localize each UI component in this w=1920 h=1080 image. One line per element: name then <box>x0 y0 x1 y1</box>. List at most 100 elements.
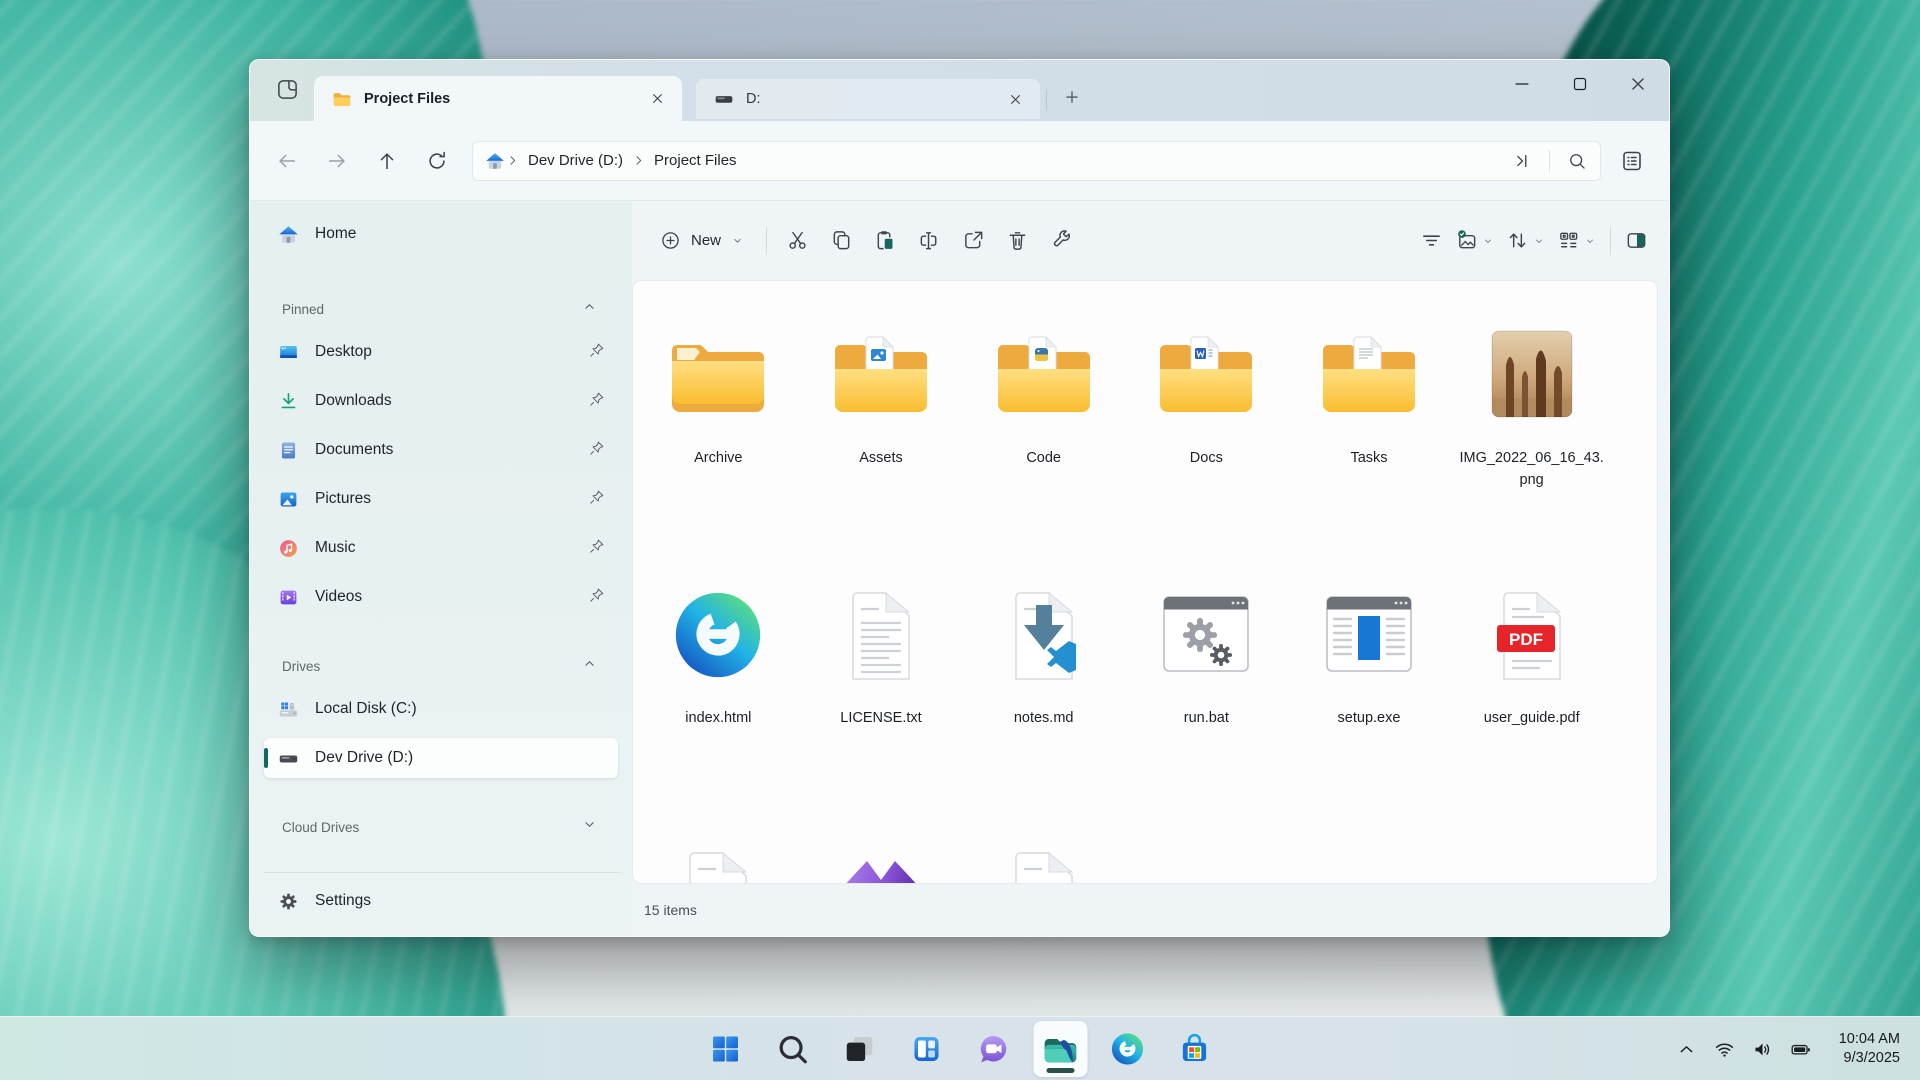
battery-icon <box>1790 1039 1811 1060</box>
sidebar-item-videos[interactable]: Videos <box>264 577 618 617</box>
close-button[interactable] <box>1609 60 1667 107</box>
file-name: notes.md <box>1014 707 1074 729</box>
layout-grid-button[interactable] <box>1551 221 1602 261</box>
chevron-up-icon <box>581 655 598 672</box>
view-image-check-button[interactable] <box>1449 221 1500 261</box>
tab-close-button[interactable] <box>642 84 672 114</box>
tray-volume-button[interactable] <box>1745 1028 1781 1070</box>
tabs-container: Project Files D: <box>314 60 1089 121</box>
paste-button[interactable] <box>863 221 907 261</box>
file-icon-box <box>816 837 946 884</box>
tab-project-files[interactable]: Project Files <box>314 76 682 121</box>
filter-button[interactable] <box>1414 221 1449 261</box>
sidebar-item-settings[interactable]: Settings <box>264 881 618 921</box>
goto-end-button[interactable] <box>1505 145 1539 177</box>
up-button[interactable] <box>366 140 408 182</box>
nav-buttons <box>266 140 458 182</box>
file-item[interactable]: run.bat <box>1125 577 1288 837</box>
share-icon <box>962 229 985 252</box>
taskbar-store-button[interactable] <box>1168 1021 1222 1077</box>
file-item-partial[interactable]: { } <box>637 837 800 884</box>
sidebar-item-local-disk-c[interactable]: Local Disk (C:) <box>264 689 618 729</box>
rename-button[interactable] <box>907 221 951 261</box>
file-icon-box <box>979 317 1109 421</box>
file-item[interactable]: LICENSE.txt <box>800 577 963 837</box>
sidebar-gap <box>260 263 624 289</box>
address-bar-row: Dev Drive (D:) Project Files <box>250 121 1669 201</box>
tray-chevron-button[interactable] <box>1669 1028 1705 1070</box>
file-name: IMG_2022_06_16_43.png <box>1456 447 1608 492</box>
tray-chevron-icon <box>1676 1039 1697 1060</box>
breadcrumb-segment[interactable]: Project Files <box>646 148 745 173</box>
chat-icon <box>977 1032 1011 1066</box>
win-start-icon <box>709 1032 743 1066</box>
copy-button[interactable] <box>819 221 863 261</box>
new-button[interactable]: New <box>648 219 758 263</box>
taskbar-widgets-button[interactable] <box>900 1021 954 1077</box>
sidebar-item-label: Downloads <box>315 392 392 410</box>
sidebar-section-cloud-drives[interactable]: Cloud Drives <box>264 807 618 847</box>
file-item-partial[interactable] <box>800 837 963 884</box>
share-button[interactable] <box>951 221 995 261</box>
file-item[interactable]: Tasks <box>1288 317 1451 577</box>
sidebar-item-documents[interactable]: Documents <box>264 430 618 470</box>
sidebar-item-music[interactable]: Music <box>264 528 618 568</box>
file-item[interactable]: Assets <box>800 317 963 577</box>
maximize-button[interactable] <box>1551 60 1609 107</box>
file-item[interactable]: setup.exe <box>1288 577 1451 837</box>
file-name: Archive <box>694 447 742 469</box>
command-list-button[interactable] <box>1611 140 1653 182</box>
file-icon-box <box>1141 317 1271 421</box>
tray-wifi-button[interactable] <box>1707 1028 1743 1070</box>
minimize-button[interactable] <box>1493 60 1551 107</box>
sidebar-item-desktop[interactable]: Desktop <box>264 332 618 372</box>
tab-separator <box>1046 89 1047 111</box>
sort-button[interactable] <box>1500 221 1551 261</box>
sidebar-section-pinned[interactable]: Pinned <box>264 289 618 329</box>
sidebar-section-drives[interactable]: Drives <box>264 646 618 686</box>
tab-list-button[interactable] <box>264 67 310 113</box>
tab-close-button[interactable] <box>1000 84 1030 114</box>
sidebar-item-pictures[interactable]: Pictures <box>264 479 618 519</box>
pin-icon <box>588 488 606 506</box>
sidebar-spacer <box>260 850 624 872</box>
taskbar-search-button[interactable] <box>766 1021 820 1077</box>
sidebar-gap <box>260 787 624 807</box>
clock[interactable]: 10:04 AM 9/3/2025 <box>1831 1026 1908 1072</box>
wrench-icon <box>1050 229 1073 252</box>
sidebar-item-home[interactable]: Home <box>264 214 618 254</box>
search-button[interactable] <box>1560 145 1594 177</box>
file-item-partial[interactable] <box>962 837 1125 884</box>
file-item[interactable]: IMG_2022_06_16_43.png <box>1450 317 1613 577</box>
taskbar-chat-button[interactable] <box>967 1021 1021 1077</box>
close-icon <box>649 90 666 107</box>
clock-time: 10:04 AM <box>1839 1030 1900 1049</box>
sidebar-item-dev-drive-d[interactable]: Dev Drive (D:) <box>264 738 618 778</box>
back-icon <box>276 150 298 172</box>
taskbar-file-explorer-button[interactable] <box>1034 1021 1088 1077</box>
file-item[interactable]: Code <box>962 317 1125 577</box>
file-item[interactable]: notes.md <box>962 577 1125 837</box>
details-pane-button[interactable] <box>1619 221 1654 261</box>
wrench-button[interactable] <box>1039 221 1083 261</box>
delete-button[interactable] <box>995 221 1039 261</box>
file-item[interactable]: Docs <box>1125 317 1288 577</box>
drive-win-icon <box>278 699 299 720</box>
back-button[interactable] <box>266 140 308 182</box>
sidebar-item-downloads[interactable]: Downloads <box>264 381 618 421</box>
tab-d-[interactable]: D: <box>696 79 1040 119</box>
refresh-button[interactable] <box>416 140 458 182</box>
cut-button[interactable] <box>775 221 819 261</box>
new-tab-button[interactable] <box>1055 80 1089 114</box>
breadcrumb-segment[interactable]: Dev Drive (D:) <box>520 148 631 173</box>
tray-battery-button[interactable] <box>1783 1028 1819 1070</box>
taskbar-task-view-button[interactable] <box>833 1021 887 1077</box>
forward-button[interactable] <box>316 140 358 182</box>
address-bar[interactable]: Dev Drive (D:) Project Files <box>472 141 1601 181</box>
taskbar-edge-button[interactable] <box>1101 1021 1155 1077</box>
file-item[interactable]: Archive <box>637 317 800 577</box>
file-item[interactable]: index.html <box>637 577 800 837</box>
file-name: Code <box>1026 447 1061 469</box>
taskbar-start-button[interactable] <box>699 1021 753 1077</box>
file-item[interactable]: PDFuser_guide.pdf <box>1450 577 1613 837</box>
